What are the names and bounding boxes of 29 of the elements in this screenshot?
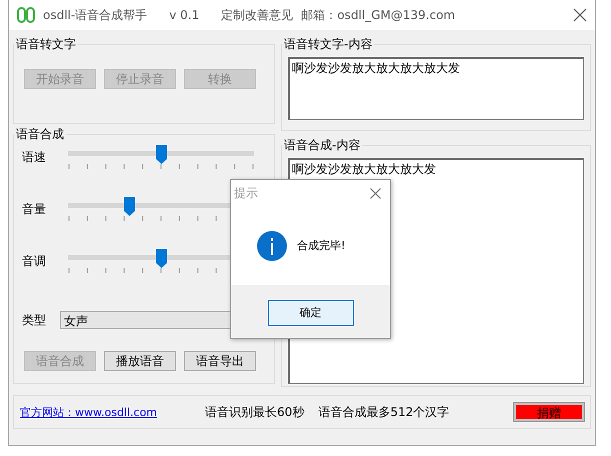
dialog-title: 提示 bbox=[234, 184, 258, 202]
text-area[interactable]: 啊沙发沙发放大放大放大放大发 bbox=[288, 57, 584, 120]
donate-button[interactable]: 捐赠 bbox=[514, 403, 584, 421]
group-title: 语音转文字 bbox=[15, 36, 77, 53]
window-title: osdll-语音合成帮手 bbox=[43, 6, 148, 24]
slider-label: 音量 bbox=[21, 201, 47, 218]
email-label: 邮箱：osdll_GM@139.com bbox=[301, 6, 456, 24]
type-label: 类型 bbox=[21, 312, 47, 328]
close-icon[interactable] bbox=[370, 188, 381, 198]
logo-icon bbox=[17, 7, 35, 23]
website-link[interactable]: 官方网站：www.osdll.com bbox=[20, 404, 158, 420]
slider-thumb[interactable] bbox=[124, 197, 136, 216]
slider-thumb[interactable] bbox=[156, 145, 167, 164]
ok-button[interactable]: 确定 bbox=[268, 300, 354, 326]
feedback-label: 定制改善意见 bbox=[221, 6, 294, 24]
info-text: 语音识别最长60秒 bbox=[205, 404, 304, 420]
dialog-message: 合成完毕! bbox=[297, 238, 346, 253]
action-button[interactable]: 语音导出 bbox=[184, 351, 256, 371]
slider-thumb[interactable] bbox=[156, 249, 167, 268]
info-icon bbox=[257, 230, 287, 260]
group-title: 语音合成-内容 bbox=[283, 137, 362, 154]
version-label: v 0.1 bbox=[169, 8, 200, 22]
info-text: 语音合成最多512个汉字 bbox=[318, 404, 450, 420]
group-title: 语音转文字-内容 bbox=[283, 36, 374, 53]
slider-label: 音调 bbox=[21, 253, 47, 270]
slider-label: 语速 bbox=[21, 149, 47, 166]
group-title: 语音合成 bbox=[15, 126, 65, 143]
action-button[interactable]: 播放语音 bbox=[104, 351, 176, 371]
close-icon[interactable] bbox=[573, 8, 587, 22]
